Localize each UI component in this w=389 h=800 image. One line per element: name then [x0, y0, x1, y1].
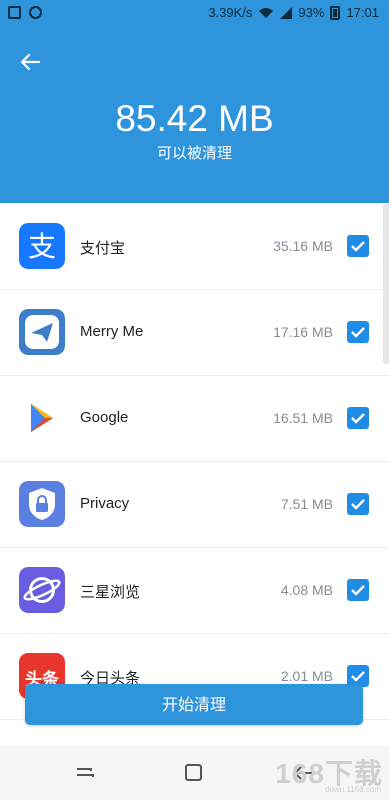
status-bar: 3.39K/s 93% 17:01 [0, 0, 389, 28]
app-list: 支 支付宝 35.16 MB Merry Me 17.16 MB Google … [0, 204, 389, 720]
home-icon[interactable] [183, 764, 205, 782]
app-size: 35.16 MB [273, 238, 333, 254]
back-arrow-icon[interactable] [18, 50, 42, 74]
signal-icon [280, 6, 293, 19]
app-checkbox[interactable] [347, 321, 369, 343]
battery-percent: 93% [298, 5, 325, 20]
list-item[interactable]: Google 16.51 MB [0, 376, 389, 462]
cleanable-label: 可以被清理 [156, 144, 232, 162]
app-name: Merry Me [80, 323, 144, 340]
google-play-icon [19, 395, 65, 441]
app-size: 2.01 MB [280, 668, 333, 684]
watermark-url: down.1168.com [325, 785, 381, 794]
app-name: 三星浏览 [80, 584, 141, 601]
app-size: 16.51 MB [273, 410, 333, 426]
svg-text:支: 支 [28, 230, 56, 263]
clock: 17:01 [346, 5, 379, 20]
app-size: 17.16 MB [273, 324, 333, 340]
list-item[interactable]: 支 支付宝 35.16 MB [0, 204, 389, 290]
app-checkbox[interactable] [347, 493, 369, 515]
battery-icon [330, 5, 341, 20]
recent-apps-icon[interactable] [74, 764, 96, 782]
list-item[interactable]: Merry Me 17.16 MB [0, 290, 389, 376]
start-clean-button[interactable]: 开始清理 [25, 684, 363, 725]
shield-lock-icon [19, 481, 65, 527]
paper-plane-icon [19, 309, 65, 355]
app-name: Google [80, 409, 129, 426]
scrollbar[interactable] [383, 204, 389, 364]
sync-icon [29, 6, 42, 19]
total-cleanable-size: 85.42 MB [115, 98, 274, 139]
list-item[interactable]: Privacy 7.51 MB [0, 462, 389, 548]
alipay-icon: 支 [19, 223, 65, 269]
samsung-internet-icon [19, 567, 65, 613]
app-name: 支付宝 [80, 240, 126, 257]
gallery-icon [8, 6, 21, 19]
summary-header: 85.42 MB 可以被清理 [0, 28, 389, 203]
network-speed: 3.39K/s [208, 5, 253, 20]
wifi-icon [259, 7, 274, 18]
app-size: 4.08 MB [280, 582, 333, 598]
app-checkbox[interactable] [347, 579, 369, 601]
app-name: Privacy [80, 495, 130, 512]
app-checkbox[interactable] [347, 235, 369, 257]
app-size: 7.51 MB [280, 496, 333, 512]
app-checkbox[interactable] [347, 407, 369, 429]
list-item[interactable]: 三星浏览 4.08 MB [0, 548, 389, 634]
